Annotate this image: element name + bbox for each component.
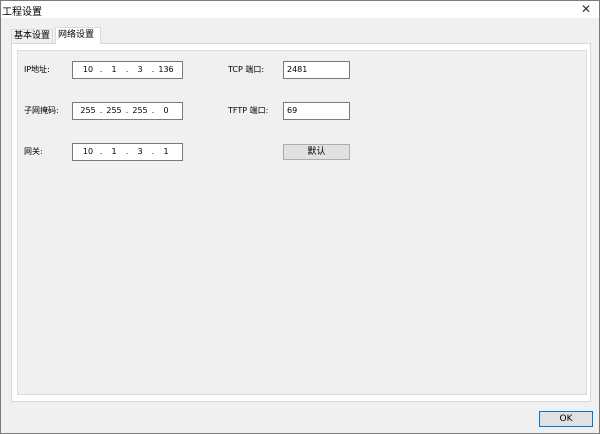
mask-octet-3: 255 xyxy=(132,106,148,115)
gateway-octet-3: 3 xyxy=(137,147,143,156)
ok-button[interactable]: OK xyxy=(539,411,593,427)
close-icon[interactable]: ✕ xyxy=(579,2,593,16)
ip-octet-2: 1 xyxy=(111,65,117,74)
gateway-input[interactable]: 10 . 1 . 3 . 1 xyxy=(72,143,183,161)
gateway-label: 网关: xyxy=(24,147,43,156)
ip-octet-1: 10 xyxy=(82,65,94,74)
tab-basic-settings[interactable]: 基本设置 xyxy=(11,29,53,43)
title-bar: 工程设置 ✕ xyxy=(1,1,599,18)
ip-address-label: IP地址: xyxy=(24,65,50,74)
settings-dialog: 工程设置 ✕ 基本设置 网络设置 IP地址: 10 . 1 . 3 . 136 … xyxy=(0,0,600,434)
subnet-mask-input[interactable]: 255 . 255 . 255 . 0 xyxy=(72,102,183,120)
network-group: IP地址: 10 . 1 . 3 . 136 子网掩码: 255 . 255 .… xyxy=(17,50,587,395)
mask-octet-4: 0 xyxy=(163,106,169,115)
network-settings-panel: IP地址: 10 . 1 . 3 . 136 子网掩码: 255 . 255 .… xyxy=(11,43,591,402)
tftp-port-input[interactable]: 69 xyxy=(283,102,350,120)
tcp-port-label: TCP 端口: xyxy=(228,65,265,74)
mask-octet-2: 255 xyxy=(106,106,122,115)
window-title: 工程设置 xyxy=(2,7,42,18)
ip-octet-3: 3 xyxy=(137,65,143,74)
ip-octet-4: 136 xyxy=(158,65,174,74)
gateway-octet-4: 1 xyxy=(163,147,169,156)
tab-network-settings[interactable]: 网络设置 xyxy=(55,27,101,44)
tcp-port-input[interactable]: 2481 xyxy=(283,61,350,79)
gateway-octet-1: 10 xyxy=(82,147,94,156)
default-button[interactable]: 默认 xyxy=(283,144,350,160)
subnet-mask-label: 子网掩码: xyxy=(24,106,59,115)
tftp-port-label: TFTP 端口: xyxy=(228,106,269,115)
gateway-octet-2: 1 xyxy=(111,147,117,156)
mask-octet-1: 255 xyxy=(80,106,96,115)
ip-address-input[interactable]: 10 . 1 . 3 . 136 xyxy=(72,61,183,79)
